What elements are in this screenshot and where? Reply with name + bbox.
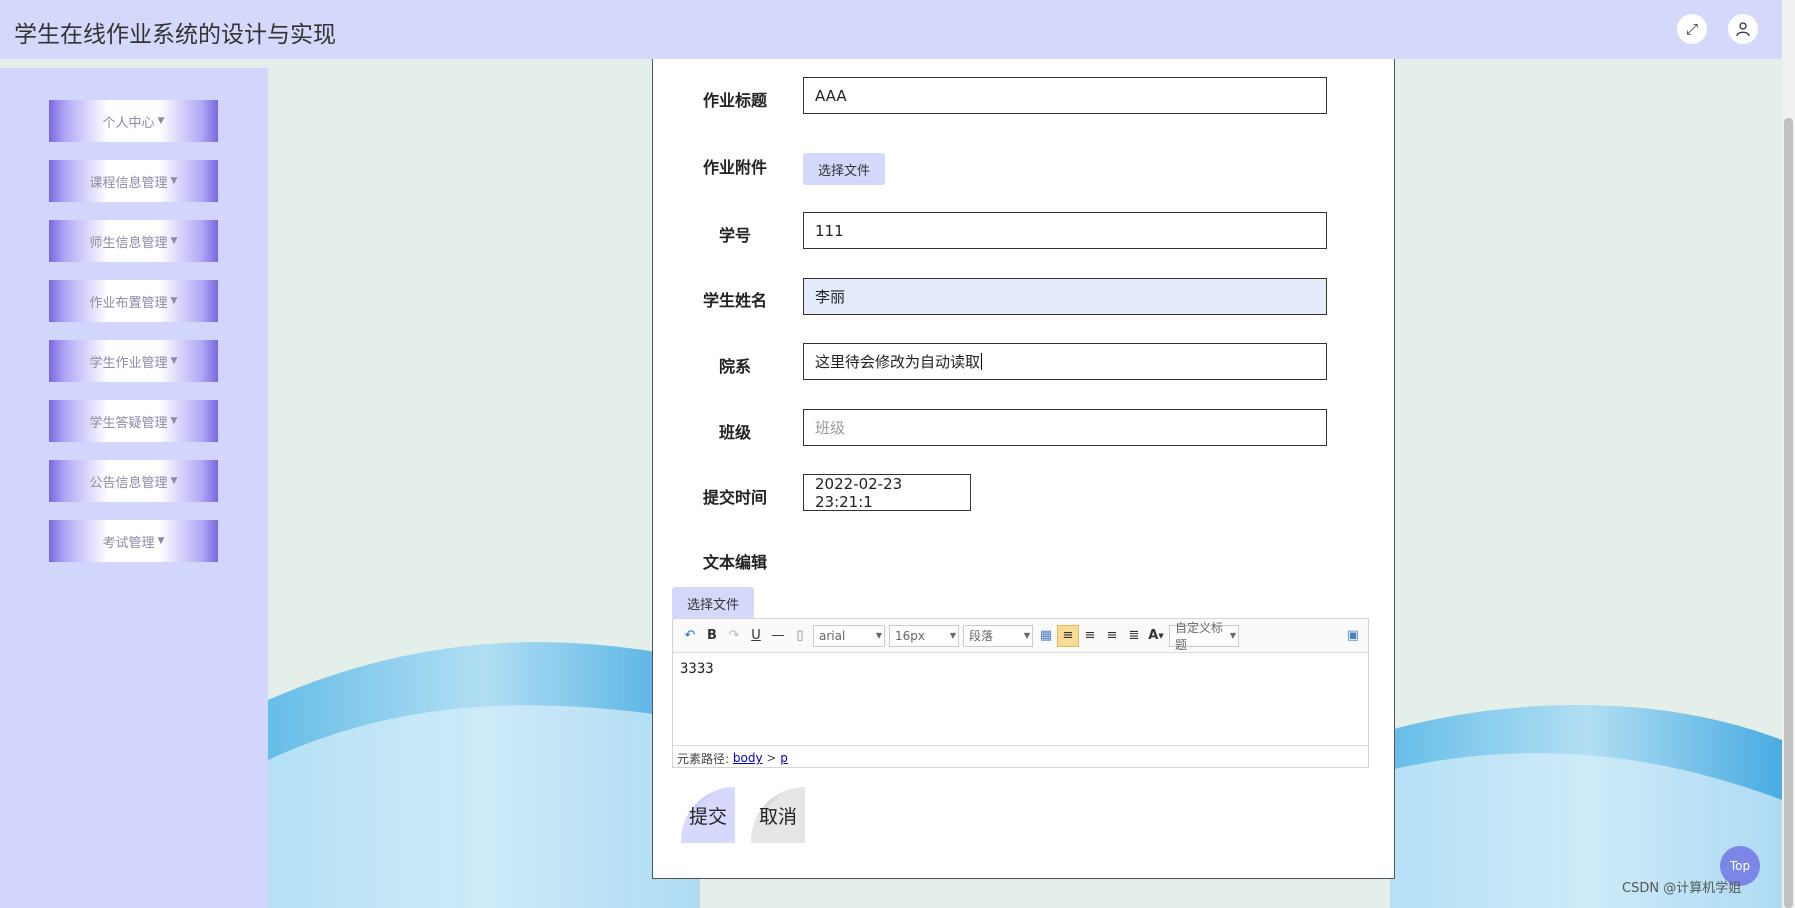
app-title: 学生在线作业系统的设计与实现 bbox=[14, 22, 336, 48]
align-center-icon[interactable]: ≡ bbox=[1101, 625, 1123, 647]
top-header: 学生在线作业系统的设计与实现 ⤢ bbox=[0, 0, 1782, 59]
rich-text-editor[interactable]: ↶ B ↷ U — ▯ arial ▼ 16px ▼ 段落 ▼ ▦ ≡ ≡ ≡ ≣ A… bbox=[672, 618, 1369, 768]
caret-down-icon: ▼ bbox=[170, 356, 178, 366]
font-color-glyph: A bbox=[1148, 628, 1159, 643]
sidebar-item-teacher-student-info[interactable]: 师生信息管理 ▼ bbox=[49, 220, 218, 262]
submit-time-input[interactable]: 2022-02-23 23:21:1 bbox=[803, 474, 971, 511]
custom-heading-value: 自定义标题 bbox=[1175, 620, 1224, 652]
title-input-value: AAA bbox=[815, 86, 847, 105]
page-scrollbar[interactable] bbox=[1782, 0, 1795, 908]
align-right-icon[interactable]: ≡ bbox=[1079, 625, 1101, 647]
caret-down-icon: ▼ bbox=[157, 536, 165, 546]
class-label: 班级 bbox=[719, 423, 752, 442]
redo-icon[interactable]: ↷ bbox=[723, 625, 745, 647]
path-p-link[interactable]: p bbox=[780, 751, 788, 765]
editor-content[interactable]: 3333 bbox=[673, 653, 1368, 745]
fullscreen-preview-icon[interactable]: ▣ bbox=[1342, 625, 1364, 647]
caret-down-icon: ▼ bbox=[157, 116, 165, 126]
student-no-value: 111 bbox=[815, 221, 844, 240]
dropdown-arrow-icon: ▼ bbox=[1229, 631, 1236, 640]
horizontal-rule-icon[interactable]: — bbox=[767, 625, 789, 647]
sidebar-item-student-homework[interactable]: 学生作业管理 ▼ bbox=[49, 340, 218, 382]
custom-heading-select[interactable]: 自定义标题 ▼ bbox=[1169, 621, 1239, 652]
editor-toolbar: ↶ B ↷ U — ▯ arial ▼ 16px ▼ 段落 ▼ ▦ ≡ ≡ ≡ ≣ A… bbox=[673, 619, 1368, 653]
watermark: CSDN @计算机学姐 bbox=[1622, 881, 1742, 896]
bold-icon[interactable]: B bbox=[701, 625, 723, 647]
path-separator: > bbox=[766, 751, 777, 765]
attachment-choose-file-button[interactable]: 选择文件 bbox=[803, 153, 886, 185]
sidebar-item-label: 学生答疑管理 bbox=[89, 415, 168, 431]
sidebar-item-label: 公告信息管理 bbox=[89, 475, 168, 491]
paragraph-value: 段落 bbox=[969, 629, 994, 643]
bold-icon-glyph: B bbox=[707, 628, 717, 643]
sidebar-item-student-qa[interactable]: 学生答疑管理 ▼ bbox=[49, 400, 218, 442]
editor-label: 文本编辑 bbox=[703, 553, 768, 572]
department-value: 这里待会修改为自动读取 bbox=[815, 353, 981, 371]
dropdown-arrow-icon: ▼ bbox=[875, 631, 882, 640]
expand-icon[interactable]: ⤢ bbox=[1677, 14, 1707, 44]
title-label: 作业标题 bbox=[703, 91, 768, 110]
attachment-label: 作业附件 bbox=[703, 158, 768, 177]
sidebar-item-homework-assign[interactable]: 作业布置管理 ▼ bbox=[49, 280, 218, 322]
paragraph-select[interactable]: 段落 ▼ bbox=[963, 624, 1033, 647]
align-left-icon[interactable]: ≡ bbox=[1057, 624, 1079, 647]
font-family-value: arial bbox=[819, 628, 846, 643]
department-label: 院系 bbox=[719, 357, 752, 376]
font-family-select[interactable]: arial ▼ bbox=[813, 624, 885, 647]
text-cursor bbox=[981, 353, 983, 370]
caret-down-icon: ▼ bbox=[170, 176, 178, 186]
path-label: 元素路径: bbox=[677, 751, 730, 766]
sidebar-item-label: 个人中心 bbox=[102, 115, 155, 131]
sidebar-item-label: 考试管理 bbox=[102, 535, 155, 551]
caret-down-icon: ▼ bbox=[170, 296, 178, 306]
undo-icon[interactable]: ↶ bbox=[679, 625, 701, 647]
submit-button[interactable]: 提交 bbox=[681, 787, 735, 843]
align-justify-icon[interactable]: ≣ bbox=[1123, 625, 1145, 647]
font-color-icon[interactable]: A ▼ bbox=[1145, 625, 1167, 647]
user-icon[interactable] bbox=[1728, 14, 1758, 44]
font-size-select[interactable]: 16px ▼ bbox=[889, 624, 959, 647]
cancel-button[interactable]: 取消 bbox=[751, 787, 805, 843]
homework-form-panel: 作业标题 AAA 作业附件 选择文件 学号 111 学生姓名 李丽 院系 这里待… bbox=[652, 59, 1395, 879]
sidebar-item-label: 师生信息管理 bbox=[89, 235, 168, 251]
sidebar-item-personal-center[interactable]: 个人中心 ▼ bbox=[49, 100, 218, 142]
table-icon[interactable]: ▦ bbox=[1035, 625, 1057, 647]
sidebar: 个人中心 ▼ 课程信息管理 ▼ 师生信息管理 ▼ 作业布置管理 ▼ 学生作业管理 ▼ 学生… bbox=[0, 68, 268, 908]
sidebar-item-exam[interactable]: 考试管理 ▼ bbox=[49, 520, 218, 562]
caret-down-icon: ▼ bbox=[170, 416, 178, 426]
class-placeholder: 班级 bbox=[815, 419, 846, 437]
department-input[interactable]: 这里待会修改为自动读取 bbox=[803, 343, 1327, 380]
sidebar-item-label: 课程信息管理 bbox=[89, 175, 168, 191]
submit-time-value: 2022-02-23 23:21:1 bbox=[815, 474, 903, 511]
dropdown-arrow-icon: ▼ bbox=[1158, 631, 1164, 640]
sidebar-item-label: 学生作业管理 bbox=[89, 355, 168, 371]
title-input[interactable]: AAA bbox=[803, 77, 1327, 114]
font-size-value: 16px bbox=[895, 628, 925, 643]
submit-time-label: 提交时间 bbox=[703, 488, 768, 507]
page-icon[interactable]: ▯ bbox=[789, 625, 811, 647]
sidebar-item-label: 作业布置管理 bbox=[89, 295, 168, 311]
sidebar-item-course-info[interactable]: 课程信息管理 ▼ bbox=[49, 160, 218, 202]
caret-down-icon: ▼ bbox=[170, 476, 178, 486]
path-body-link[interactable]: body bbox=[733, 751, 763, 765]
class-input[interactable]: 班级 bbox=[803, 409, 1327, 446]
sidebar-item-announcements[interactable]: 公告信息管理 ▼ bbox=[49, 460, 218, 502]
scrollbar-thumb[interactable] bbox=[1784, 118, 1793, 908]
dropdown-arrow-icon: ▼ bbox=[1023, 631, 1030, 640]
student-name-input[interactable]: 李丽 bbox=[803, 278, 1327, 315]
underline-icon-glyph: U bbox=[751, 628, 761, 643]
underline-icon[interactable]: U bbox=[745, 625, 767, 647]
student-name-label: 学生姓名 bbox=[703, 291, 768, 310]
dropdown-arrow-icon: ▼ bbox=[949, 631, 956, 640]
student-name-value: 李丽 bbox=[815, 288, 846, 306]
student-no-label: 学号 bbox=[719, 226, 752, 245]
editor-element-path: 元素路径: body > p bbox=[673, 745, 1368, 770]
caret-down-icon: ▼ bbox=[170, 236, 178, 246]
student-no-input[interactable]: 111 bbox=[803, 212, 1327, 249]
editor-choose-file-button[interactable]: 选择文件 bbox=[672, 587, 755, 619]
